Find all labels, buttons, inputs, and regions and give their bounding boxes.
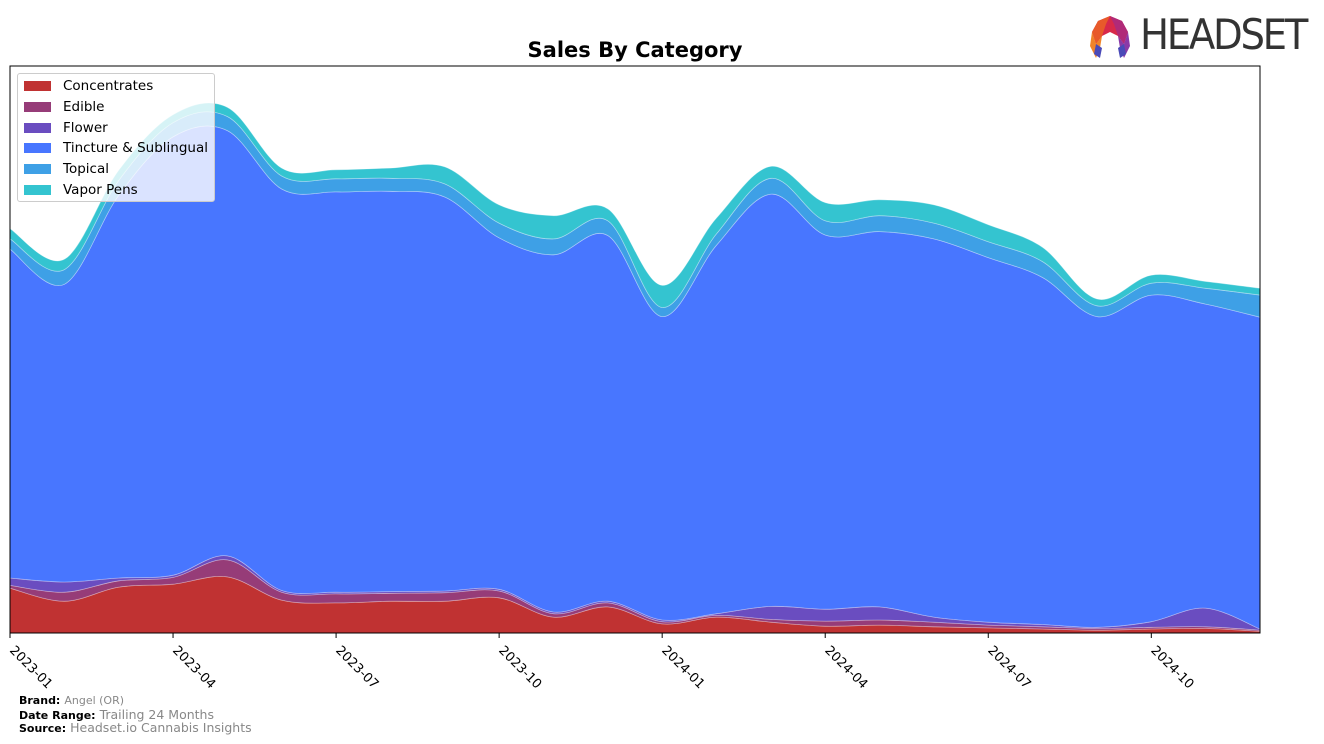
- brand-label: Brand:: [19, 694, 61, 707]
- legend-label: Concentrates: [63, 78, 154, 94]
- headset-logo-icon: [1090, 16, 1130, 58]
- legend-item: Vapor Pens: [24, 181, 138, 199]
- legend-swatch: [24, 143, 51, 154]
- legend-item: Flower: [24, 119, 108, 137]
- x-axis: 2023-01 2023-04 2023-07 2023-10 2024-01 2024-…: [6, 633, 1196, 692]
- legend-label: Tincture & Sublingual: [63, 140, 208, 157]
- source-value: Headset.io Cannabis Insights: [70, 720, 252, 735]
- legend-label: Flower: [63, 119, 108, 136]
- x-tick-label: 2023-10: [495, 643, 544, 692]
- chart-title: Sales By Category: [528, 38, 743, 62]
- x-tick-label: 2024-10: [1147, 643, 1196, 692]
- legend-item: Tincture & Sublingual: [24, 139, 208, 157]
- legend-label: Edible: [63, 98, 105, 115]
- x-tick-label: 2024-01: [658, 643, 707, 692]
- legend-swatch: [24, 164, 51, 175]
- brand-value: Angel (OR): [64, 694, 125, 707]
- legend-swatch: [24, 185, 51, 195]
- chart-legend: Concentrates Edible Flower Tincture & Subli…: [17, 73, 215, 202]
- legend-item: Concentrates: [24, 77, 153, 95]
- legend-item: Edible: [24, 98, 104, 116]
- brand-info: Brand: Angel (OR): [19, 694, 124, 707]
- x-tick-label: 2024-04: [821, 643, 870, 692]
- legend-swatch: [24, 101, 51, 112]
- source-info: Source: Headset.io Cannabis Insights: [19, 720, 252, 735]
- legend-label: Vapor Pens: [63, 182, 138, 198]
- x-tick-label: 2023-04: [169, 643, 218, 692]
- headset-logo-text: HEADSET: [1140, 10, 1308, 59]
- headset-logo: HEADSET: [1086, 10, 1312, 62]
- source-label: Source:: [19, 722, 67, 735]
- legend-label: Topical: [63, 161, 109, 178]
- legend-swatch: [24, 81, 51, 91]
- x-tick-label: 2023-07: [332, 643, 381, 692]
- x-tick-label: 2023-01: [6, 643, 55, 692]
- legend-item: Topical: [24, 160, 109, 178]
- legend-swatch: [24, 122, 51, 133]
- x-tick-label: 2024-07: [984, 643, 1033, 692]
